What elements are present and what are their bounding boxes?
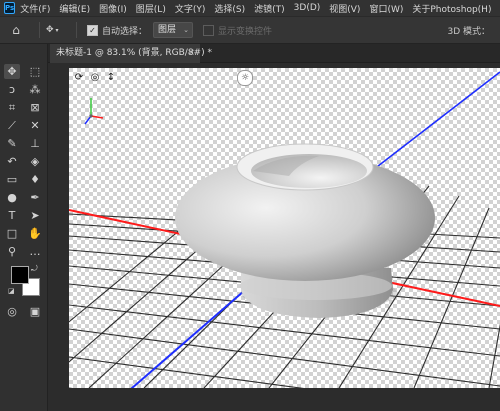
more-tools-icon[interactable]: …	[27, 244, 43, 259]
quick-mask-icon[interactable]: ◎	[4, 304, 20, 319]
pen-tool-icon[interactable]: ✒	[27, 190, 43, 205]
document-tab-bar: 未标题-1 @ 83.1% (背景, RGB/8#) * ×	[48, 44, 500, 63]
move-icon: ✥	[46, 25, 54, 35]
default-colors-icon[interactable]: ◪	[8, 287, 15, 295]
eyedropper-tool-icon[interactable]: ⟋	[4, 118, 20, 133]
options-bar: ⌂ ✥ ▾ ✓ 自动选择： 图层 ⌄ 显示变换控件 3D 模式：	[0, 16, 500, 44]
separator	[39, 22, 40, 38]
3d-mode-label: 3D 模式：	[447, 27, 490, 37]
chevron-down-icon: ⌄	[183, 26, 190, 34]
screen-mode-icon[interactable]: ▣	[27, 304, 43, 319]
show-transform-label: 显示变换控件	[218, 26, 273, 37]
type-tool-icon[interactable]: T	[4, 208, 20, 223]
menu-layer[interactable]: 图层(L)	[136, 2, 166, 15]
photoshop-logo-icon[interactable]: Ps	[4, 2, 16, 14]
menu-file[interactable]: 文件(F)	[20, 2, 50, 15]
menu-type[interactable]: 文字(Y)	[175, 2, 206, 15]
show-transform-checkbox[interactable]	[203, 24, 215, 36]
swap-colors-icon[interactable]: ⤾	[31, 264, 38, 274]
status-area	[48, 389, 500, 411]
healing-brush-tool-icon[interactable]: ✕	[27, 118, 43, 133]
clone-stamp-tool-icon[interactable]: ⊥	[27, 136, 43, 151]
rectangle-tool-icon[interactable]: □	[4, 226, 20, 241]
menu-bar: Ps 文件(F) 编辑(E) 图像(I) 图层(L) 文字(Y) 选择(S) 滤…	[0, 0, 500, 16]
marquee-tool-icon[interactable]: ⬚	[27, 64, 43, 79]
frame-tool-icon[interactable]: ⊠	[27, 100, 43, 115]
path-selection-tool-icon[interactable]: ➤	[27, 208, 43, 223]
layer-select-value: 图层	[158, 25, 177, 35]
move-tool-icon[interactable]: ✥	[4, 64, 20, 79]
gradient-tool-icon[interactable]: ▭	[4, 172, 20, 187]
history-brush-tool-icon[interactable]: ↶	[4, 154, 20, 169]
magic-wand-tool-icon[interactable]: ⁂	[27, 82, 43, 97]
hand-tool-icon[interactable]: ✋	[27, 226, 43, 241]
orbit-camera-icon[interactable]: ⟳	[73, 72, 85, 84]
3d-scene[interactable]	[69, 68, 500, 388]
close-icon[interactable]: ×	[187, 44, 195, 63]
chevron-down-icon: ▾	[55, 26, 59, 34]
layer-select-dropdown[interactable]: 图层 ⌄	[153, 22, 194, 38]
menu-view[interactable]: 视图(V)	[329, 2, 360, 15]
menu-filter[interactable]: 滤镜(T)	[254, 2, 285, 15]
menu-edit[interactable]: 编辑(E)	[59, 2, 90, 15]
menu-image[interactable]: 图像(I)	[99, 2, 127, 15]
brush-tool-icon[interactable]: ✎	[4, 136, 20, 151]
move-tool-preset-picker[interactable]: ✥ ▾	[46, 25, 70, 35]
zoom-tool-icon[interactable]: ⚲	[4, 244, 20, 259]
auto-select-label: 自动选择：	[102, 26, 148, 37]
blur-tool-icon[interactable]: ♦	[27, 172, 43, 187]
3d-viewport[interactable]: ⟳ ◎ ↕ ☼	[69, 68, 500, 388]
separator	[76, 22, 77, 38]
menu-3d[interactable]: 3D(D)	[294, 3, 321, 13]
document-tab[interactable]: 未标题-1 @ 83.1% (背景, RGB/8#) * ×	[50, 44, 212, 63]
home-icon[interactable]: ⌂	[9, 23, 23, 37]
eraser-tool-icon[interactable]: ◈	[27, 154, 43, 169]
menu-select[interactable]: 选择(S)	[214, 2, 245, 15]
menu-help[interactable]: 关于Photoshop(H)	[412, 2, 491, 15]
lasso-tool-icon[interactable]: ↄ	[4, 82, 20, 97]
menu-window[interactable]: 窗口(W)	[369, 2, 403, 15]
dodge-tool-icon[interactable]: ●	[4, 190, 20, 205]
auto-select-checkbox[interactable]: ✓	[87, 24, 98, 36]
roll-camera-icon[interactable]: ◎	[89, 72, 101, 84]
foreground-color-swatch[interactable]	[11, 266, 29, 284]
dolly-camera-icon[interactable]: ↕	[105, 72, 117, 84]
light-icon[interactable]: ☼	[237, 70, 253, 86]
crop-tool-icon[interactable]: ⌗	[4, 100, 20, 115]
toolbox: ✥ ⬚ ↄ ⁂ ⌗ ⊠ ⟋ ✕ ✎ ⊥ ↶ ◈ ▭ ♦ ● ✒ T ➤ □ ✋ …	[0, 44, 48, 411]
canvas-area: ⟳ ◎ ↕ ☼	[48, 63, 500, 411]
